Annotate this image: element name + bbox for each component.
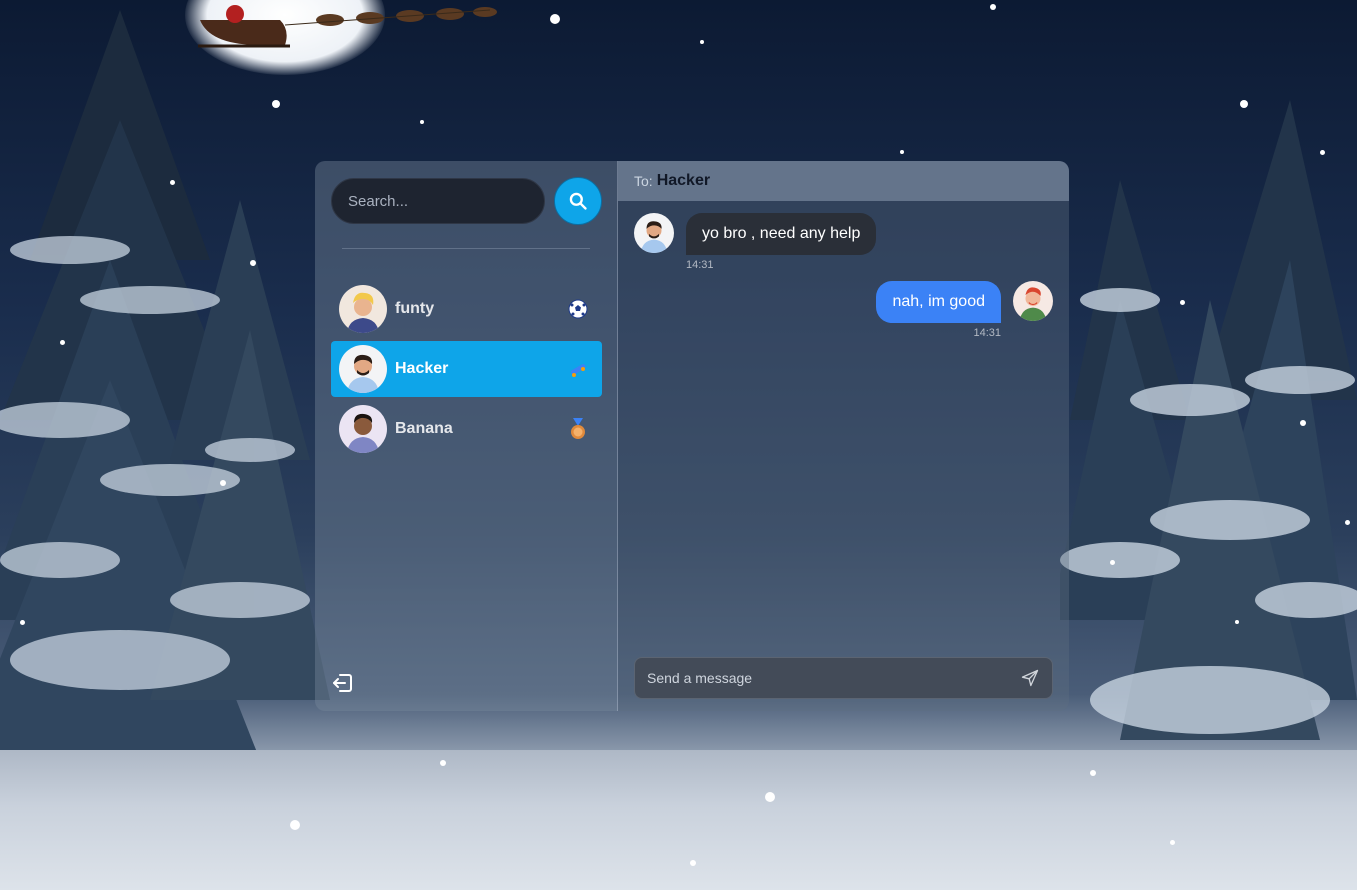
search-button[interactable] <box>554 177 602 225</box>
avatar <box>339 285 387 333</box>
message-bubble: nah, im good <box>876 281 1001 323</box>
search-input[interactable]: Search... <box>331 178 545 224</box>
avatar <box>339 405 387 453</box>
logout-button[interactable] <box>331 671 355 695</box>
skateboard-icon <box>566 357 590 381</box>
conversation-item-hacker[interactable]: Hacker <box>331 341 602 397</box>
soccer-ball-icon <box>566 297 590 321</box>
message-input[interactable]: Send a message <box>647 670 1020 686</box>
medal-icon <box>566 417 590 441</box>
contact-name: Hacker <box>395 360 449 377</box>
conversation-list: funty Hacker Banana <box>331 281 602 461</box>
chat-header: To: Hacker <box>618 161 1069 201</box>
sidebar-divider <box>342 248 590 249</box>
send-button[interactable] <box>1020 668 1040 688</box>
search-icon <box>569 192 587 210</box>
message-pane: To: Hacker yo bro , need any help 14:31 <box>618 161 1069 711</box>
message-bubble: yo bro , need any help <box>686 213 877 255</box>
snowy-trees-right <box>1060 100 1357 740</box>
message-outgoing: nah, im good <box>876 281 1053 323</box>
avatar <box>339 345 387 393</box>
avatar <box>634 213 674 253</box>
logout-icon <box>333 674 352 692</box>
message-list: yo bro , need any help 14:31 nah, im goo… <box>618 201 1069 651</box>
contact-name: funty <box>395 300 435 317</box>
search-placeholder: Search... <box>348 192 409 210</box>
recipient-name: Hacker <box>656 172 711 189</box>
message-time: 14:31 <box>973 327 1001 339</box>
conversation-item-funty[interactable]: funty <box>331 281 602 337</box>
conversation-item-banana[interactable]: Banana <box>331 401 602 457</box>
send-icon <box>1021 669 1039 687</box>
snowy-trees-left <box>0 10 330 760</box>
recipient-label: To: <box>634 173 653 189</box>
message-incoming: yo bro , need any help <box>634 213 877 255</box>
contact-name: Banana <box>395 420 453 437</box>
avatar <box>1013 281 1053 321</box>
snowy-ground <box>0 750 1357 890</box>
message-composer: Send a message <box>634 657 1053 699</box>
chat-app-window: Search... funty Hacker Banana To: Hacker… <box>315 161 1069 711</box>
search-form: Search... <box>331 177 602 225</box>
conversations-sidebar: Search... funty Hacker Banana <box>315 161 618 711</box>
message-time: 14:31 <box>686 259 714 271</box>
